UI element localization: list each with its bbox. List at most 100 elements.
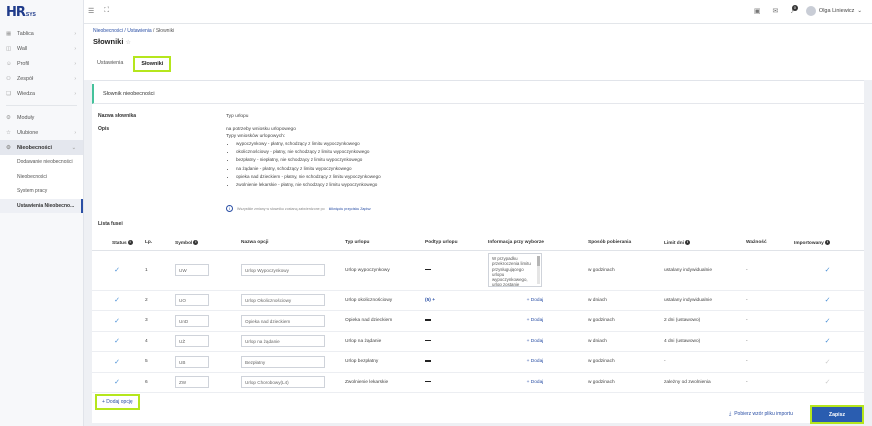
- symbol-input[interactable]: UW: [175, 264, 209, 276]
- add-info-link[interactable]: + Dodaj: [527, 339, 544, 344]
- add-info-link[interactable]: + Dodaj: [527, 380, 544, 385]
- symbol-input[interactable]: ZW: [175, 376, 209, 389]
- info-icon[interactable]: i: [824, 239, 830, 245]
- info-note-link[interactable]: kliknięciu przycisku Zapisz: [329, 207, 371, 211]
- absence-icon: ⚙: [6, 144, 11, 151]
- app-logo[interactable]: HR SYS: [0, 0, 83, 24]
- option-name-input[interactable]: Urlop Chorobowy(L4): [241, 376, 325, 389]
- status-check-icon[interactable]: ✓: [92, 250, 142, 291]
- status-check-icon[interactable]: ✓: [92, 310, 142, 332]
- table-row: ✓ 6 ZW Urlop Chorobowy(L4) Zwolnienie le…: [92, 372, 864, 393]
- notifications-icon[interactable]: ♪ 0: [790, 4, 798, 15]
- subnav-item-work-system[interactable]: System pracy: [0, 184, 83, 199]
- row-method: w godzinach: [585, 250, 661, 291]
- option-name-input[interactable]: Urlop Wypoczynkowy: [241, 264, 325, 276]
- dash-icon: [425, 339, 431, 342]
- sidebar-item-label: Profil: [17, 60, 30, 67]
- menu-toggle-icon[interactable]: ☰: [88, 7, 94, 15]
- chevron-right-icon: ›: [74, 75, 76, 82]
- info-icon[interactable]: i: [193, 239, 199, 245]
- subnav-item-add-absence[interactable]: Dodawanie nieobecności: [0, 155, 83, 170]
- info-icon[interactable]: i: [684, 239, 690, 245]
- sidebar-item-profil[interactable]: ☺ Profil ›: [0, 56, 83, 71]
- status-check-icon[interactable]: ✓: [92, 331, 142, 352]
- row-limit: ustalany indywidualnie: [661, 250, 743, 291]
- row-validity: -: [743, 372, 791, 393]
- table-header-row: Status i Lp. Symbol i Nazwa opcji Typ urlo…: [92, 236, 864, 251]
- tab-settings[interactable]: Ustawienia: [93, 56, 127, 72]
- cell-info: + Dodaj: [485, 351, 585, 373]
- sidebar-item-moduly[interactable]: ⚙ Moduły: [0, 110, 83, 125]
- add-info-link[interactable]: + Dodaj: [527, 318, 544, 323]
- scrollbar[interactable]: [537, 256, 540, 284]
- star-icon[interactable]: ☆: [126, 40, 131, 46]
- dash-icon: [425, 319, 431, 321]
- avatar: [805, 6, 816, 16]
- row-method: w dniach: [585, 290, 661, 311]
- modules-icon: ⚙: [6, 114, 11, 121]
- sidebar-item-ulubione[interactable]: ☆ Ulubione ›: [0, 125, 83, 140]
- calendar-icon[interactable]: ▣: [754, 7, 761, 15]
- cell-name: Opieka nad dzieckiem: [238, 310, 342, 332]
- cell-subtype: (5) +: [422, 290, 485, 311]
- subnav-item-absence-settings[interactable]: Ustawienia Nieobecno...: [0, 198, 83, 213]
- add-info-link[interactable]: + Dodaj: [527, 359, 544, 364]
- status-check-icon[interactable]: ✓: [92, 351, 142, 373]
- top-bar: ☰ ⛶ ▣ ✉ ♪ 0 Olga Liniewicz ⌄: [84, 0, 872, 24]
- sidebar-item-zespol[interactable]: ⚇ Zespół ›: [0, 71, 83, 86]
- cell-symbol: UW: [172, 250, 238, 291]
- add-info-link[interactable]: + Dodaj: [527, 298, 544, 303]
- sidebar-nav: ▦ Tablica › ◫ Wall › ☺ Profil › ⚇ Zespół › ❏ Wied…: [0, 26, 83, 155]
- logo-main: HR: [6, 4, 26, 20]
- option-name-input[interactable]: Urlop Okolicznościowy: [241, 294, 325, 307]
- sidebar-item-label: Zespół: [17, 75, 34, 82]
- subtype-count[interactable]: (5): [425, 298, 431, 303]
- sidebar-item-label: Moduły: [17, 114, 35, 121]
- sidebar-item-wiedza[interactable]: ❏ Wiedza ›: [0, 86, 83, 101]
- symbol-input[interactable]: UB: [175, 355, 209, 368]
- col-limit: Limit dni i: [661, 236, 743, 251]
- info-textarea-text: W przypadku przekroczenia limitu przysłu…: [492, 256, 531, 287]
- row-lp: 5: [142, 351, 172, 373]
- page-header: Nieobecności / Ustawienia / Słowniki Sło…: [84, 24, 872, 80]
- info-icon[interactable]: i: [127, 239, 133, 245]
- symbol-input[interactable]: UO: [175, 294, 209, 307]
- fullscreen-icon[interactable]: ⛶: [104, 7, 109, 15]
- sidebar-item-nieobecnosci[interactable]: ⚙ Nieobecności ⌄: [0, 140, 83, 155]
- col-method: Sposób pobierania: [585, 236, 661, 251]
- cell-symbol: UnD: [172, 310, 238, 332]
- cell-info: + Dodaj: [485, 310, 585, 332]
- sidebar-item-wall[interactable]: ◫ Wall ›: [0, 41, 83, 56]
- tab-dictionaries[interactable]: Słowniki: [133, 56, 172, 72]
- add-subtype-icon[interactable]: +: [432, 298, 435, 303]
- user-menu[interactable]: Olga Liniewicz ⌄: [805, 6, 862, 16]
- page-title-text: Słowniki: [93, 37, 124, 46]
- cell-subtype: [422, 372, 485, 393]
- symbol-input[interactable]: UnD: [175, 314, 209, 327]
- breadcrumb-link-absences[interactable]: Nieobecności: [93, 28, 123, 34]
- imported-check-icon: ✓: [791, 351, 864, 373]
- status-check-icon[interactable]: ✓: [92, 290, 142, 311]
- option-name-input[interactable]: Urlop na żądanie: [241, 335, 325, 348]
- option-name-input[interactable]: Opieka nad dzieckiem: [241, 314, 325, 327]
- row-lp: 6: [142, 372, 172, 393]
- info-textarea[interactable]: W przypadku przekroczenia limitu przysłu…: [488, 253, 542, 287]
- chat-icon[interactable]: ✉: [773, 7, 779, 15]
- list-item: na żądanie - płatny, schodzący z limitu …: [236, 165, 381, 173]
- download-template-link[interactable]: ⤓ Pobierz wzór pliku importu: [729, 411, 793, 417]
- subnav-item-absences[interactable]: Nieobecności: [0, 170, 83, 185]
- row-type: Urlop na żądanie: [342, 331, 422, 352]
- add-option-button[interactable]: + Dodaj opcję: [95, 394, 140, 410]
- status-check-icon[interactable]: ✓: [92, 372, 142, 393]
- cell-info: + Dodaj: [485, 290, 585, 311]
- profile-icon: ☺: [6, 60, 12, 67]
- dict-name-label: Nazwa słownika: [98, 113, 137, 119]
- cell-symbol: UB: [172, 351, 238, 373]
- sidebar-item-tablica[interactable]: ▦ Tablica ›: [0, 26, 83, 41]
- knowledge-icon: ❏: [6, 90, 11, 97]
- save-button[interactable]: Zapisz: [810, 405, 864, 424]
- card-header: Słownik nieobecności: [92, 84, 864, 104]
- breadcrumb-link-settings[interactable]: Ustawienia: [127, 28, 151, 34]
- option-name-input[interactable]: Bezpłatny: [241, 355, 325, 368]
- symbol-input[interactable]: UŻ: [175, 335, 209, 348]
